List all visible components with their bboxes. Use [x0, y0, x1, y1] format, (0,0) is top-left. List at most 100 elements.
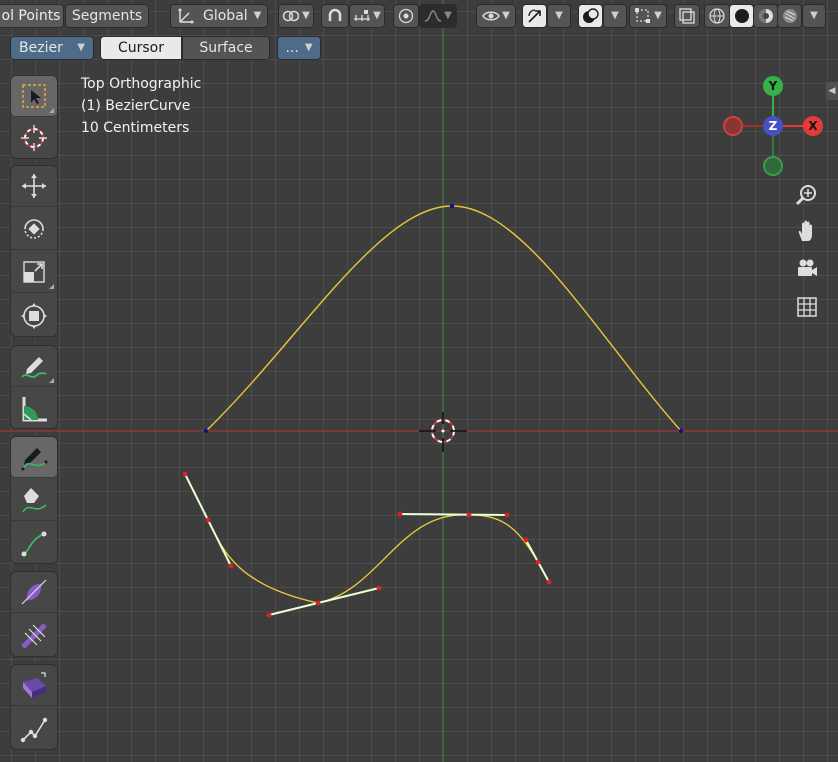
- tool-corner-indicator: [49, 284, 54, 289]
- handle-point[interactable]: [397, 511, 403, 517]
- shear-box-icon: [23, 672, 46, 698]
- handle-point[interactable]: [182, 471, 188, 477]
- extrude-curve-tool[interactable]: [11, 523, 57, 564]
- control-point[interactable]: [678, 428, 684, 434]
- rendered-shading-button[interactable]: [777, 4, 802, 28]
- shading-options-dropdown[interactable]: ▼: [802, 4, 826, 28]
- tilt-tool[interactable]: [11, 615, 57, 656]
- rotate-tool[interactable]: [11, 209, 57, 250]
- move-arrows-icon: [22, 174, 46, 198]
- tool-group-select: [10, 75, 58, 159]
- annotate-tool[interactable]: [11, 346, 57, 387]
- curve-type-dropdown[interactable]: Bezier ▼: [10, 36, 94, 60]
- radius-tool[interactable]: [11, 572, 57, 613]
- pan-hand-icon[interactable]: [794, 218, 820, 244]
- scale-tool[interactable]: [11, 252, 57, 293]
- wireframe-sphere-icon: [709, 8, 725, 24]
- mesh-edit-overlay-dropdown[interactable]: ▼: [629, 4, 667, 28]
- cursor-tool[interactable]: [11, 117, 57, 158]
- move-tool[interactable]: [11, 166, 57, 207]
- segments-mode-button[interactable]: Segments: [65, 4, 149, 28]
- draw-curve-icon: [21, 448, 48, 471]
- show-overlays-toggle[interactable]: [578, 4, 603, 28]
- show-gizmo-toggle[interactable]: [522, 4, 547, 28]
- gizmo-neg-x-axis[interactable]: [723, 116, 743, 136]
- draw-curve-tool[interactable]: [11, 437, 57, 478]
- xray-toggle[interactable]: [674, 4, 700, 28]
- handle-point[interactable]: [205, 517, 211, 523]
- tilt-icon: [21, 622, 47, 649]
- overlays-options-dropdown[interactable]: ▼: [603, 4, 627, 28]
- bezier-handle[interactable]: [399, 513, 508, 516]
- control-points-mode-button[interactable]: ol Points: [0, 4, 64, 28]
- segments-label: Segments: [71, 8, 143, 24]
- falloff-dropdown[interactable]: ▼: [419, 4, 457, 28]
- camera-view-icon[interactable]: [794, 256, 820, 282]
- surface-label: Surface: [199, 40, 253, 56]
- orientation-label: Global: [203, 8, 248, 24]
- header-toolbar: ol Points Segments Global ▼ ▼ ▼ ▼ ▼ ▼ ▼: [0, 0, 838, 32]
- rotate-icon: [24, 219, 44, 239]
- gizmo-z-axis[interactable]: Z: [763, 116, 783, 136]
- gizmo-options-dropdown[interactable]: ▼: [547, 4, 571, 28]
- snap-target-dropdown[interactable]: ▼: [349, 4, 385, 28]
- chevron-down-icon: ▼: [611, 10, 619, 21]
- handle-point[interactable]: [523, 537, 529, 543]
- more-options-dropdown[interactable]: ... ▼: [277, 36, 321, 60]
- polyline-tool[interactable]: [11, 708, 57, 749]
- gizmo-x-axis[interactable]: X: [803, 116, 823, 136]
- wireframe-shading-button[interactable]: [704, 4, 730, 28]
- randomize-tool[interactable]: [11, 665, 57, 706]
- handle-point[interactable]: [535, 559, 541, 565]
- curve-type-label: Bezier: [19, 40, 63, 56]
- handle-point[interactable]: [546, 579, 552, 585]
- edit-overlay-icon: [635, 8, 651, 23]
- handle-point[interactable]: [228, 563, 234, 569]
- visibility-dropdown[interactable]: ▼: [476, 4, 516, 28]
- 3d-cursor-icon[interactable]: [419, 412, 467, 452]
- gizmo-neg-y-axis[interactable]: [763, 156, 783, 176]
- snap-toggle[interactable]: [321, 4, 349, 28]
- zoom-icon[interactable]: [794, 182, 820, 208]
- tool-corner-indicator: [49, 108, 54, 113]
- surface-mode-button[interactable]: Surface: [182, 36, 270, 60]
- handle-point[interactable]: [266, 612, 272, 618]
- chevron-down-icon: ▼: [253, 10, 262, 21]
- pivot-point-dropdown[interactable]: ▼: [278, 4, 314, 28]
- pen-tool[interactable]: [11, 480, 57, 521]
- tool-group-draw: [10, 436, 58, 564]
- sidebar-toggle-chevron-icon[interactable]: ◀: [826, 82, 838, 100]
- extrude-curve-icon: [21, 531, 47, 556]
- tool-group-annotate: [10, 345, 58, 429]
- handle-point[interactable]: [376, 585, 382, 591]
- tool-group-radius: [10, 571, 58, 657]
- object-name-text: (1) BezierCurve: [81, 98, 191, 114]
- control-point[interactable]: [203, 428, 209, 434]
- grid-scale-text: 10 Centimeters: [81, 120, 190, 136]
- cursor-mode-button[interactable]: Cursor: [100, 36, 182, 60]
- polyline-points-icon: [20, 717, 48, 742]
- select-box-tool[interactable]: [11, 76, 57, 117]
- proportional-editing-icon: [398, 8, 414, 24]
- control-point[interactable]: [449, 203, 455, 209]
- tool-group-misc: [10, 664, 58, 750]
- transform-orientation-dropdown[interactable]: Global ▼: [170, 4, 268, 28]
- handle-point[interactable]: [466, 512, 472, 518]
- toggle-perspective-grid-icon[interactable]: [794, 294, 820, 320]
- measure-tool[interactable]: [11, 388, 57, 429]
- material-preview-button[interactable]: [753, 4, 778, 28]
- control-points-label: ol Points: [1, 8, 61, 24]
- handle-point[interactable]: [315, 600, 321, 606]
- solid-shading-button[interactable]: [729, 4, 754, 28]
- transform-tool[interactable]: [11, 295, 57, 336]
- tool-group-transform: [10, 165, 58, 337]
- bezier-handle[interactable]: [268, 587, 380, 616]
- chevron-down-icon: ▼: [77, 42, 85, 53]
- handle-point[interactable]: [504, 512, 510, 518]
- gizmo-y-axis[interactable]: Y: [763, 76, 783, 96]
- gizmo-y-label: Y: [768, 79, 778, 93]
- proportional-editing-toggle[interactable]: [393, 4, 419, 28]
- more-label: ...: [285, 40, 299, 56]
- eye-icon: [482, 11, 500, 21]
- radius-icon: [21, 579, 47, 605]
